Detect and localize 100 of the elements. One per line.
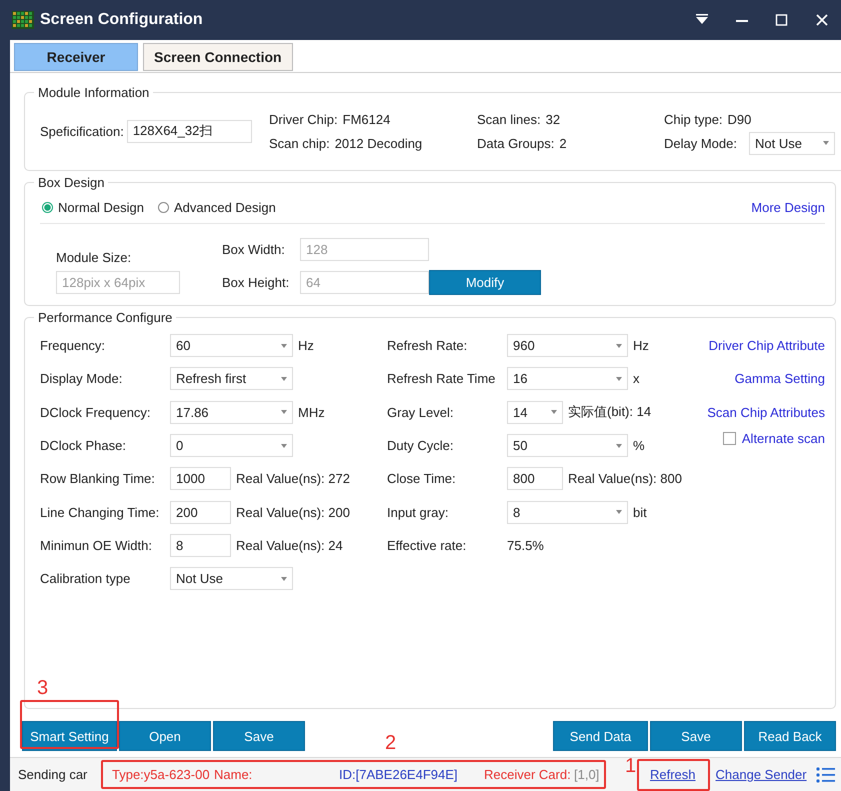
caret-icon	[616, 376, 622, 381]
field-label: DClock Frequency:	[40, 404, 152, 420]
field-label: Minimun OE Width:	[40, 538, 153, 553]
info-label: Scan chip:	[269, 136, 330, 150]
dropdown[interactable]: 17.86	[170, 400, 293, 424]
dropdown[interactable]: 60	[170, 334, 293, 358]
unit-label: Real Value(ns): 200	[236, 504, 350, 520]
unit-label: Real Value(ns): 800	[568, 471, 682, 486]
caret-icon	[616, 344, 622, 348]
caret-icon	[281, 576, 287, 581]
status-text: Name:	[214, 767, 254, 782]
link[interactable]: Scan Chip Attributes	[707, 404, 825, 420]
field-label: Frequency:	[40, 338, 106, 354]
group-title: Module Information	[37, 85, 150, 100]
dropdown[interactable]: Not Use	[749, 132, 835, 154]
field-label: Effective rate:	[387, 538, 468, 553]
caret-icon	[551, 410, 557, 414]
button[interactable]: Save	[650, 721, 742, 751]
group-title: Box Design	[37, 175, 106, 190]
field-label: Calibration type	[40, 571, 132, 586]
field-label: Row Blanking Time:	[40, 471, 156, 486]
unit-label: Hz	[633, 338, 649, 354]
field-label: Refresh Rate Time	[387, 371, 496, 386]
caret-icon	[823, 141, 829, 145]
dropdown[interactable]: 0	[170, 434, 293, 458]
caret-icon	[281, 444, 287, 448]
button[interactable]: Open	[119, 721, 211, 751]
field-label: Gray Level:	[387, 404, 454, 420]
info-label: Scan lines:	[477, 112, 541, 126]
unit-label: 实际值(bit): 14	[568, 403, 652, 422]
tab[interactable]: Screen Connection	[143, 43, 293, 71]
dropdown[interactable]: 8	[507, 500, 628, 524]
close-icon[interactable]	[815, 14, 829, 26]
input-field[interactable]: 1000	[170, 467, 231, 490]
unit-label: x	[633, 371, 640, 386]
status-text: Receiver Card:	[484, 767, 572, 782]
app-icon	[12, 11, 34, 29]
unit-label: Hz	[298, 338, 314, 354]
info-value: 32	[546, 112, 560, 126]
unit-label: Real Value(ns): 272	[236, 471, 350, 486]
dropdown[interactable]: 50	[507, 434, 628, 458]
group-title: Performance Configure	[37, 310, 174, 325]
input-field[interactable]: 8	[170, 534, 231, 557]
field-label: Module Size:	[56, 250, 132, 265]
info-value: 2	[559, 136, 567, 150]
dropdown[interactable]: Refresh first	[170, 367, 293, 390]
link[interactable]: More Design	[751, 200, 825, 215]
field-label: Close Time:	[387, 471, 457, 486]
field-label: Duty Cycle:	[387, 438, 454, 454]
input-field[interactable]: 200	[170, 500, 231, 524]
field-label: Box Height:	[222, 275, 290, 290]
list-icon[interactable]	[814, 766, 835, 784]
info-label: Driver Chip:	[269, 112, 338, 126]
annotation-number: 3	[37, 678, 48, 698]
input-field[interactable]: 128X64_32扫	[126, 120, 252, 142]
unit-label: bit	[633, 504, 647, 520]
input-field[interactable]: 800	[507, 467, 563, 490]
caret-icon	[616, 444, 622, 448]
field-label: Refresh Rate:	[387, 338, 468, 354]
dropdown[interactable]: Not Use	[170, 567, 293, 590]
button[interactable]: Send Data	[553, 721, 648, 751]
button[interactable]: Read Back	[744, 721, 836, 751]
field-label: DClock Phase:	[40, 438, 127, 454]
caret-icon	[281, 344, 287, 348]
caret-icon	[281, 376, 287, 381]
field-value: 75.5%	[507, 538, 544, 553]
info-value: 2012 Decoding	[334, 136, 422, 150]
caret-icon	[616, 510, 622, 514]
radio-button[interactable]: Advanced Design	[158, 200, 276, 215]
link[interactable]: Change Sender	[716, 767, 807, 782]
button[interactable]: Save	[213, 721, 305, 751]
maximize-icon[interactable]	[775, 14, 789, 26]
tab[interactable]: Receiver	[14, 43, 138, 71]
radio-button[interactable]: Normal Design	[42, 200, 144, 215]
annotation-number: 1	[625, 756, 636, 776]
button[interactable]: Smart Setting	[22, 721, 117, 751]
dropdown-icon[interactable]	[695, 14, 709, 26]
annotation-number: 2	[385, 733, 396, 753]
info-value: FM6124	[342, 112, 390, 126]
dropdown[interactable]: 960	[507, 334, 628, 358]
dropdown[interactable]: 14	[507, 400, 563, 424]
field-label: Input gray:	[387, 504, 450, 520]
info-label: Chip type:	[664, 112, 723, 126]
link[interactable]: Gamma Setting	[734, 371, 825, 386]
checkbox[interactable]: Alternate scan	[722, 430, 825, 446]
info-value: D90	[728, 112, 752, 126]
field-label: Line Changing Time:	[40, 504, 160, 520]
link[interactable]: Driver Chip Attribute	[708, 338, 825, 354]
unit-label: Real Value(ns): 24	[236, 538, 343, 553]
dropdown[interactable]: 16	[507, 367, 628, 390]
field-label: Speficification:	[40, 124, 124, 138]
modify-button[interactable]: Modify	[429, 270, 541, 295]
unit-label: MHz	[298, 404, 325, 420]
status-text: ID:[7ABE26E4F94E]	[339, 767, 459, 782]
window-title: Screen Configuration	[40, 11, 204, 29]
info-label: Delay Mode:	[664, 136, 738, 150]
field-label: Display Mode:	[40, 371, 124, 386]
status-text: [1,0]	[574, 767, 600, 782]
link[interactable]: Refresh	[650, 767, 696, 782]
status-text: Type:y5a-623-00	[112, 767, 211, 782]
